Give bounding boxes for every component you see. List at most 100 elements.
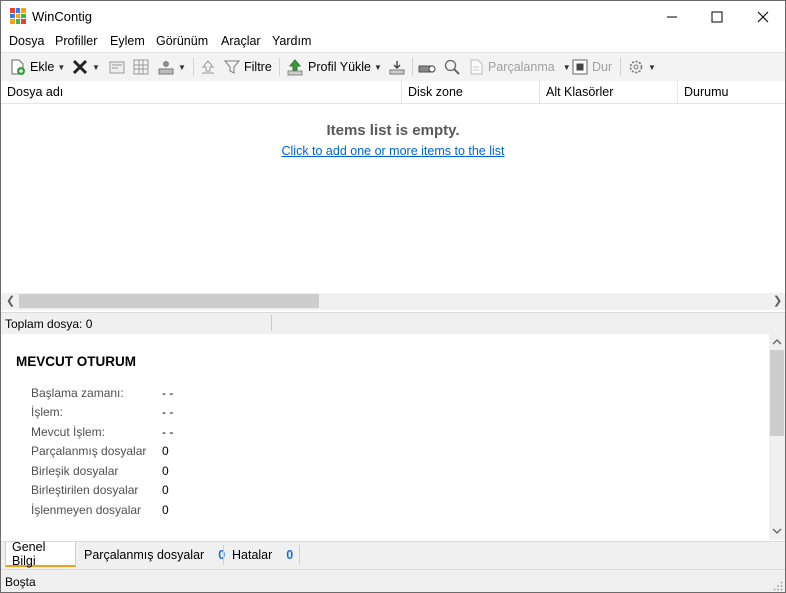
- session-info-panel: MEVCUT OTURUM Başlama zamanı: - - İşlem:…: [1, 334, 769, 540]
- operation-label: İşlem:: [31, 405, 64, 419]
- window-title: WinContig: [32, 9, 92, 24]
- maximize-icon: [711, 11, 723, 22]
- disk-zone-icon: [158, 61, 174, 75]
- remove-button[interactable]: ▼: [71, 53, 100, 81]
- info-tabs: Genel Bilgi Parçalanmış dosyalar 0 Hatal…: [1, 539, 785, 569]
- vertical-scroll-thumb[interactable]: [770, 350, 784, 436]
- defrag-icon: [470, 59, 483, 75]
- wincontig-logo-icon: [10, 8, 26, 24]
- column-status[interactable]: Durumu: [678, 81, 785, 103]
- zone-button[interactable]: ▼: [157, 53, 186, 81]
- resize-grip-icon[interactable]: [773, 581, 783, 591]
- session-title: MEVCUT OTURUM: [16, 354, 136, 369]
- menu-help[interactable]: Yardım: [272, 34, 311, 48]
- scroll-left-icon[interactable]: ❮: [6, 294, 15, 307]
- start-time-label: Başlama zamanı:: [31, 386, 124, 400]
- chevron-down-icon: ▼: [374, 62, 382, 72]
- tab-fragmented-files[interactable]: Parçalanmış dosyalar 0: [78, 542, 231, 567]
- toolbar: Ekle ▼ ▼ ▼ Filtre Profil Yükle ▼ Parçala…: [1, 52, 785, 82]
- filter-label: Filtre: [244, 60, 272, 74]
- tab-general-info[interactable]: Genel Bilgi: [5, 539, 76, 568]
- chevron-down-icon: ▼: [57, 62, 66, 72]
- close-icon: [757, 11, 769, 22]
- scroll-up-icon[interactable]: [772, 338, 782, 346]
- defragmented-files-label: Birleştirilen dosyalar: [31, 483, 139, 497]
- toolbar-separator: [620, 58, 621, 76]
- search-icon: [444, 59, 460, 75]
- scroll-right-icon[interactable]: ❯: [773, 294, 782, 307]
- tab-fragmented-files-label: Parçalanmış dosyalar: [84, 547, 205, 562]
- column-file-name[interactable]: Dosya adı: [1, 81, 402, 103]
- properties-button[interactable]: [108, 53, 126, 81]
- toolbar-separator: [279, 58, 280, 76]
- load-profile-button[interactable]: Profil Yükle ▼: [286, 53, 382, 81]
- chevron-down-icon: ▼: [648, 62, 656, 72]
- maximize-button[interactable]: [694, 1, 740, 32]
- add-file-icon: [11, 59, 25, 75]
- add-items-link[interactable]: Click to add one or more items to the li…: [1, 144, 785, 158]
- tab-errors-label: Hatalar: [232, 547, 273, 562]
- menu-profiles[interactable]: Profiller: [55, 34, 97, 48]
- remove-x-icon: [72, 59, 88, 75]
- add-button[interactable]: Ekle ▼: [9, 53, 65, 81]
- gear-icon: [629, 60, 643, 74]
- contiguous-files-label: Birleşik dosyalar: [31, 464, 119, 478]
- save-profile-button[interactable]: [388, 53, 406, 81]
- tab-general-info-label: Genel Bilgi: [12, 539, 46, 568]
- title-bar: WinContig: [1, 1, 785, 32]
- tab-separator: [223, 545, 224, 565]
- defragmented-files-value: 0: [162, 483, 169, 497]
- chevron-down-icon: ▼: [562, 62, 571, 72]
- settings-button[interactable]: ▼: [627, 53, 656, 81]
- operation-value: - -: [162, 405, 174, 419]
- search-button[interactable]: [443, 53, 461, 81]
- fragmented-files-value: 0: [162, 444, 169, 458]
- close-button[interactable]: [740, 1, 785, 32]
- load-profile-label: Profil Yükle: [308, 60, 371, 74]
- column-disk-zone[interactable]: Disk zone: [402, 81, 540, 103]
- grid-button[interactable]: [132, 53, 150, 81]
- status-bar: Boşta: [1, 569, 785, 592]
- unprocessed-files-value: 0: [162, 503, 169, 517]
- stop-icon: [572, 59, 588, 75]
- properties-icon: [109, 61, 125, 74]
- column-subfolders[interactable]: Alt Klasörler: [540, 81, 678, 103]
- analyze-button[interactable]: [418, 53, 438, 81]
- horizontal-scrollbar[interactable]: ❮ ❯: [1, 293, 785, 310]
- tab-errors[interactable]: Hatalar 0: [226, 542, 299, 567]
- menu-action[interactable]: Eylem: [110, 34, 145, 48]
- fragmented-files-label: Parçalanmış dosyalar: [31, 444, 147, 458]
- status-divider: [271, 315, 272, 331]
- total-files-text: Toplam dosya: 0: [5, 317, 93, 331]
- menu-bar: Dosya Profiller Eylem Görünüm Araçlar Ya…: [1, 32, 785, 51]
- profile-load-icon: [287, 59, 303, 76]
- defrag-button[interactable]: Parçalanma ▼: [467, 53, 571, 81]
- toolbar-separator: [193, 58, 194, 76]
- menu-tools[interactable]: Araçlar: [221, 34, 261, 48]
- status-text: Boşta: [5, 575, 36, 589]
- menu-file[interactable]: Dosya: [9, 34, 44, 48]
- scroll-down-icon[interactable]: [772, 527, 782, 535]
- upload-icon: [201, 60, 215, 74]
- current-operation-label: Mevcut İşlem:: [31, 425, 106, 439]
- grid-icon: [133, 59, 149, 75]
- filter-button[interactable]: Filtre: [223, 53, 272, 81]
- download-icon: [389, 61, 405, 75]
- menu-view[interactable]: Görünüm: [156, 34, 208, 48]
- vertical-scrollbar[interactable]: [769, 334, 785, 540]
- unprocessed-files-label: İşlenmeyen dosyalar: [31, 503, 142, 517]
- stop-label: Dur: [592, 60, 613, 74]
- file-count-bar: Toplam dosya: 0: [1, 312, 785, 335]
- contiguous-files-value: 0: [162, 464, 169, 478]
- empty-list-title: Items list is empty.: [326, 122, 460, 139]
- current-operation-value: - -: [162, 425, 174, 439]
- minimize-icon: [667, 16, 677, 17]
- horizontal-scroll-thumb[interactable]: [19, 294, 319, 308]
- stop-button[interactable]: Dur: [572, 53, 612, 81]
- disk-analyze-icon: [418, 65, 436, 73]
- file-list-header: Dosya adı Disk zone Alt Klasörler Durumu: [1, 81, 785, 104]
- minimize-button[interactable]: [649, 1, 695, 32]
- move-up-button[interactable]: [199, 53, 217, 81]
- chevron-down-icon: ▼: [178, 62, 186, 72]
- tab-separator: [299, 545, 300, 565]
